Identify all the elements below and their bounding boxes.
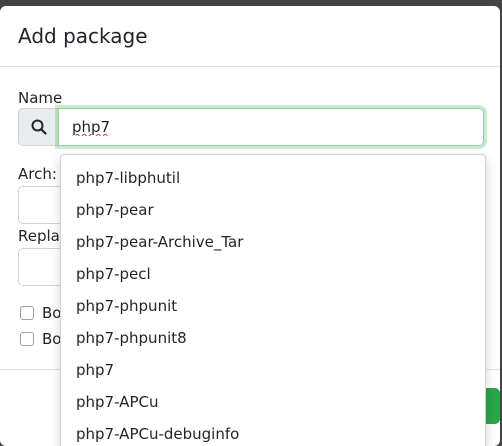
suggestion-item[interactable]: php7-APCu-debuginfo [61, 418, 485, 446]
suggestion-item[interactable]: php7-APCu [61, 386, 485, 418]
checkbox-row-2[interactable]: Bo [18, 329, 61, 349]
dialog-header: Add package [0, 6, 500, 67]
arch-label: Arch: [18, 165, 57, 183]
suggestion-item[interactable]: php7-phpunit [61, 290, 485, 322]
suggestion-item[interactable]: php7-pear-Archive_Tar [61, 226, 485, 258]
add-package-dialog: Add package Name Arch: Repla Bo Bo php7-… [0, 6, 500, 446]
suggestion-item[interactable]: php7-pecl [61, 258, 485, 290]
suggestion-item[interactable]: php7-libphutil [61, 162, 485, 194]
search-icon [18, 108, 60, 146]
dialog-title: Add package [18, 24, 148, 48]
checkbox-2[interactable] [20, 332, 34, 346]
name-label: Name [18, 89, 63, 107]
suggestion-item[interactable]: php7 [61, 354, 485, 386]
name-input[interactable] [58, 108, 484, 146]
checkbox-2-label: Bo [42, 330, 62, 348]
suggestion-item[interactable]: php7-pear [61, 194, 485, 226]
suggestion-item[interactable]: php7-phpunit8 [61, 322, 485, 354]
checkbox-1[interactable] [20, 306, 34, 320]
suggestions-dropdown: php7-libphutil php7-pear php7-pear-Archi… [60, 154, 486, 446]
name-input-group [18, 108, 484, 146]
checkbox-1-label: Bo [42, 304, 62, 322]
replace-label: Repla [18, 227, 60, 245]
checkbox-row-1[interactable]: Bo [18, 303, 61, 323]
